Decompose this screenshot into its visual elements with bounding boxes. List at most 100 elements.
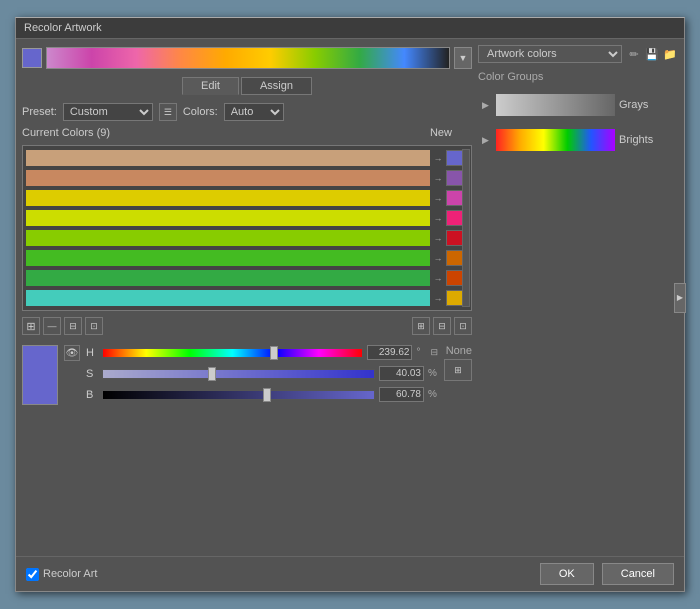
h-unit: ° — [416, 347, 426, 358]
group-arrow-brights: ▶ — [482, 135, 492, 146]
dialog-title: Recolor Artwork — [24, 22, 102, 34]
h-extra-btn[interactable]: ⊟ — [430, 347, 438, 358]
color-bar-row: ▼ — [22, 45, 472, 71]
color-swatch-long[interactable] — [26, 230, 430, 246]
arrow-icon: → — [433, 273, 443, 283]
ok-button[interactable]: OK — [540, 563, 594, 585]
colors-toolbar-left: ⊞ — ⊟ ⊡ — [22, 317, 103, 335]
grays-name: Grays — [619, 99, 674, 111]
color-strip — [46, 47, 450, 69]
color-random-btn[interactable]: ⊡ — [454, 317, 472, 335]
color-swatch-long[interactable] — [26, 250, 430, 266]
color-preview-box — [22, 345, 58, 405]
brights-swatch — [496, 129, 615, 151]
b-unit: % — [428, 389, 438, 400]
recolor-art-label: Recolor Art — [43, 568, 97, 580]
color-swatch-long[interactable] — [26, 190, 430, 206]
tab-edit[interactable]: Edit — [182, 77, 239, 95]
color-swatch-long[interactable] — [26, 290, 430, 306]
s-value-input[interactable]: 40.03 — [379, 366, 424, 381]
recolor-art-checkbox[interactable] — [26, 568, 39, 581]
arrow-icon: → — [433, 233, 443, 243]
arrow-icon: → — [433, 293, 443, 303]
artwork-colors-select[interactable]: Artwork colors — [478, 45, 622, 63]
color-groups-label: Color Groups — [478, 71, 678, 83]
colors-toolbar: ⊞ — ⊟ ⊡ ⊞ ⊟ ⊡ — [22, 315, 472, 337]
color-swatch-long[interactable] — [26, 270, 430, 286]
b-value-input[interactable]: 60.78 — [379, 387, 424, 402]
cancel-button[interactable]: Cancel — [602, 563, 674, 585]
side-collapse-btn[interactable]: ▶ — [674, 283, 686, 313]
arrow-icon: → — [433, 193, 443, 203]
current-colors-label: Current Colors (9) — [22, 127, 110, 139]
color-link-btn[interactable]: ⊞ — [412, 317, 430, 335]
h-label: H — [86, 347, 98, 359]
preset-options-icon[interactable]: ☰ — [159, 103, 177, 121]
arrow-icon: → — [433, 253, 443, 263]
group-arrow-grays: ▶ — [482, 100, 492, 111]
color-group-brights[interactable]: ▶ Brights — [478, 126, 678, 154]
unlink-color-btn[interactable]: ⊡ — [85, 317, 103, 335]
dialog-bottom: Recolor Art OK Cancel — [16, 556, 684, 591]
colors-select[interactable]: Auto — [224, 103, 284, 121]
color-row: → — [26, 209, 468, 227]
color-row: → — [26, 229, 468, 247]
color-swatch-long[interactable] — [26, 210, 430, 226]
color-group-grays[interactable]: ▶ Grays — [478, 91, 678, 119]
slider-row-b: B 60.78 % — [86, 387, 438, 402]
color-row: → — [26, 149, 468, 167]
s-slider[interactable] — [102, 369, 375, 379]
bottom-buttons: OK Cancel — [540, 563, 674, 585]
merge-color-btn[interactable]: ⊟ — [64, 317, 82, 335]
arrow-icon: → — [433, 213, 443, 223]
color-row: → — [26, 269, 468, 287]
b-slider[interactable] — [102, 390, 375, 400]
save-artwork-icon[interactable]: 💾 — [644, 46, 660, 62]
new-label: New — [430, 127, 452, 139]
brights-name: Brights — [619, 134, 674, 146]
colors-toolbar-right: ⊞ ⊟ ⊡ — [412, 317, 472, 335]
arrow-icon: → — [433, 173, 443, 183]
artwork-icons: ✏ 💾 📁 — [626, 46, 678, 62]
color-swatch-long[interactable] — [26, 170, 430, 186]
current-color-square — [22, 48, 42, 68]
preset-label: Preset: — [22, 106, 57, 118]
grays-swatch — [496, 94, 615, 116]
colors-list: → → → → — [22, 145, 472, 311]
title-bar: Recolor Artwork — [16, 18, 684, 39]
s-unit: % — [428, 368, 438, 379]
artwork-colors-header: Artwork colors ✏ 💾 📁 — [478, 45, 678, 63]
b-label: B — [86, 389, 98, 401]
color-row: → — [26, 169, 468, 187]
color-options-btn[interactable]: ⊟ — [433, 317, 451, 335]
none-label: None — [444, 345, 472, 357]
right-panel: Artwork colors ✏ 💾 📁 Color Groups ▶ Gray… — [478, 45, 678, 550]
none-area: None ⊞ — [444, 345, 472, 381]
slider-row-s: S 40.03 % — [86, 366, 438, 381]
arrow-icon: → — [433, 153, 443, 163]
hsb-section: 👁 H 239.62 ° ⊟ S 40.03 % — [22, 345, 472, 405]
h-value-input[interactable]: 239.62 — [367, 345, 412, 360]
sliders-area: H 239.62 ° ⊟ S 40.03 % B — [86, 345, 438, 402]
remove-color-btn[interactable]: — — [43, 317, 61, 335]
s-label: S — [86, 368, 98, 380]
tab-assign[interactable]: Assign — [241, 77, 312, 95]
h-slider[interactable] — [102, 348, 363, 358]
left-panel: ▼ Edit Assign Preset: Custom ☰ Colors: A… — [22, 45, 472, 550]
edit-artwork-icon[interactable]: ✏ — [626, 46, 642, 62]
eye-icon[interactable]: 👁 — [64, 345, 80, 361]
dialog-body: ▼ Edit Assign Preset: Custom ☰ Colors: A… — [16, 39, 684, 556]
add-color-btn[interactable]: ⊞ — [22, 317, 40, 335]
colors-scrollbar[interactable] — [462, 149, 470, 307]
none-icon-btn[interactable]: ⊞ — [444, 359, 472, 381]
preset-select[interactable]: Custom — [63, 103, 153, 121]
folder-artwork-icon[interactable]: 📁 — [662, 46, 678, 62]
color-swatch-long[interactable] — [26, 150, 430, 166]
color-strip-dropdown[interactable]: ▼ — [454, 47, 472, 69]
current-colors-header: Current Colors (9) New — [22, 127, 472, 139]
recolor-artwork-dialog: Recolor Artwork ▼ Edit Assign Preset: Cu… — [15, 17, 685, 592]
preset-row: Preset: Custom ☰ Colors: Auto — [22, 103, 472, 121]
color-row: → — [26, 289, 468, 307]
slider-row-h: H 239.62 ° ⊟ — [86, 345, 438, 360]
colors-label: Colors: — [183, 106, 218, 118]
